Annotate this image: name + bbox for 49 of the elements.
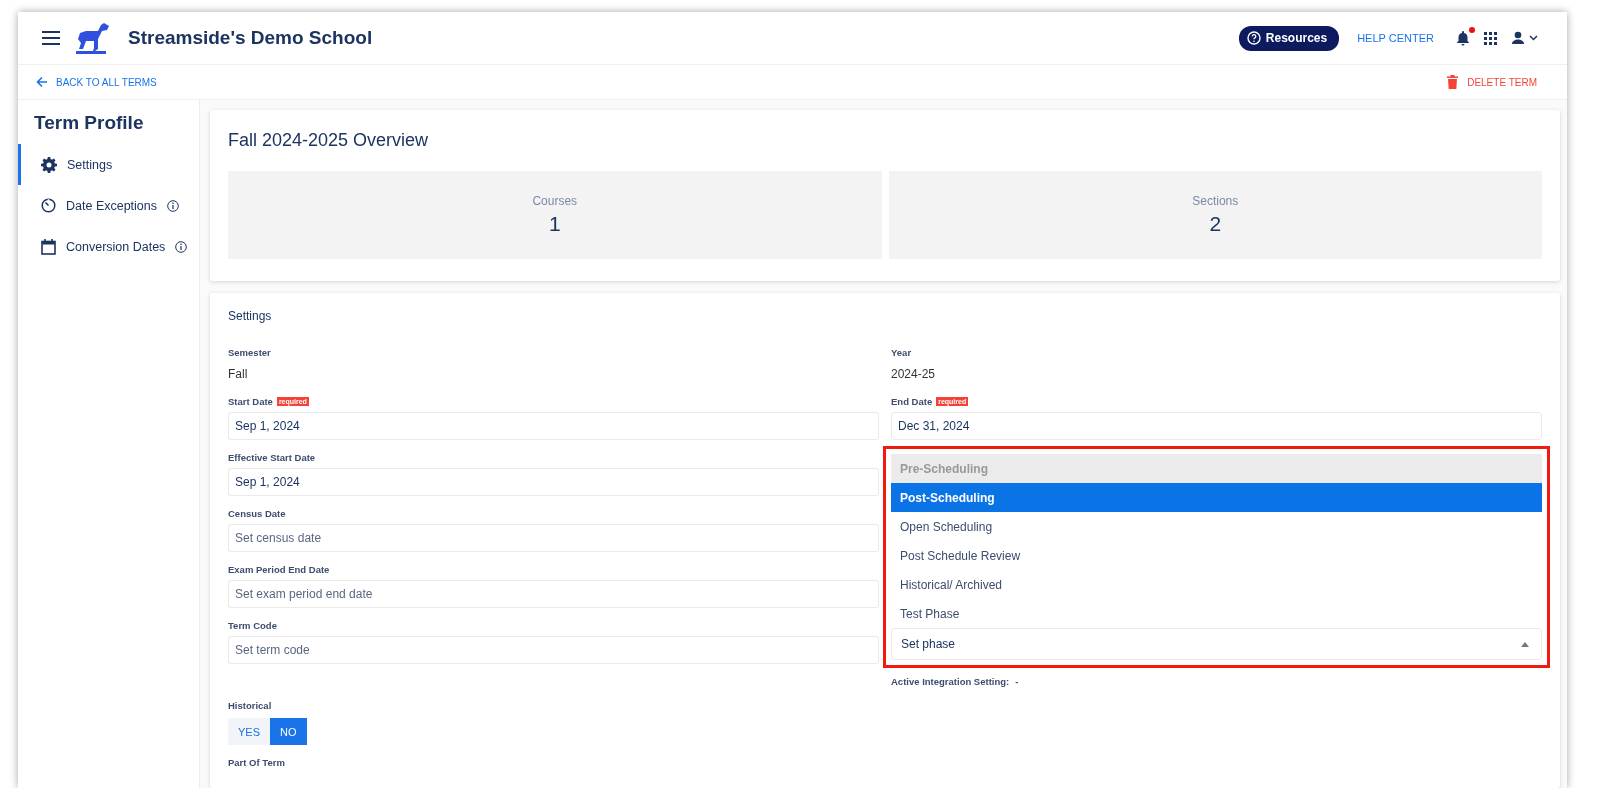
input-field[interactable]: Set term code: [228, 636, 879, 664]
field-label: Active Integration Setting:: [891, 676, 1010, 687]
input-field[interactable]: Set exam period end date: [228, 580, 879, 608]
delete-term-button[interactable]: DELETE TERM: [1447, 75, 1537, 89]
dog-logo-icon: [74, 21, 112, 55]
stat-label: Courses: [532, 194, 578, 208]
field-label: Exam Period End Date: [228, 563, 330, 575]
field-value: 2024-25: [891, 366, 937, 383]
user-menu-icon[interactable]: [1511, 31, 1539, 45]
menu-icon[interactable]: [42, 31, 60, 45]
school-title: Streamside's Demo School: [128, 27, 373, 49]
resources-button[interactable]: Resources: [1238, 25, 1340, 51]
field-label: Semester: [228, 346, 271, 358]
trash-icon: [1447, 75, 1459, 89]
apps-grid-icon[interactable]: [1484, 31, 1497, 45]
timer-icon: [41, 198, 56, 213]
dropdown-option[interactable]: Post-Scheduling: [891, 483, 1542, 512]
sidebar-title: Term Profile: [33, 112, 145, 134]
field-label: Historical: [228, 699, 272, 711]
input-field[interactable]: Dec 31, 2024: [891, 412, 1542, 440]
field-label: Part Of Term: [228, 756, 285, 768]
stat-label: Sections: [1192, 194, 1239, 208]
help-icon: [1246, 31, 1261, 45]
sidebar-item[interactable]: Date Exceptions: [18, 185, 199, 226]
input-field[interactable]: Set census date: [228, 524, 879, 552]
overview-title: Fall 2024-2025 Overview: [228, 130, 430, 151]
field-label: Start Date: [228, 395, 273, 407]
settings-title: Settings: [228, 309, 273, 323]
field-label: Year: [891, 346, 912, 358]
field-label: Effective Start Date: [228, 451, 316, 463]
gear-icon: [41, 156, 57, 173]
input-field[interactable]: Sep 1, 2024: [228, 468, 879, 496]
stat-value: 1: [548, 212, 561, 236]
back-link[interactable]: BACK TO ALL TERMS: [36, 76, 157, 88]
sidebar-item[interactable]: Conversion Dates: [18, 226, 199, 267]
help-center-link[interactable]: HELP CENTER: [1357, 32, 1434, 44]
stat-value: 2: [1209, 212, 1222, 236]
field-label: End Date: [891, 395, 933, 407]
input-field[interactable]: Sep 1, 2024: [228, 412, 879, 440]
bell-icon[interactable]: [1456, 30, 1470, 46]
toggle-option[interactable]: NO: [270, 718, 307, 745]
arrow-left-icon: [36, 76, 48, 88]
calendar-icon: [41, 238, 56, 255]
field-label: Census Date: [228, 507, 286, 519]
toggle-option[interactable]: YES: [228, 718, 270, 745]
phase-select[interactable]: Set phase: [891, 628, 1542, 660]
field-value: Fall: [228, 366, 249, 383]
field-value: -: [1015, 676, 1019, 687]
field-label: Term Code: [228, 619, 277, 631]
